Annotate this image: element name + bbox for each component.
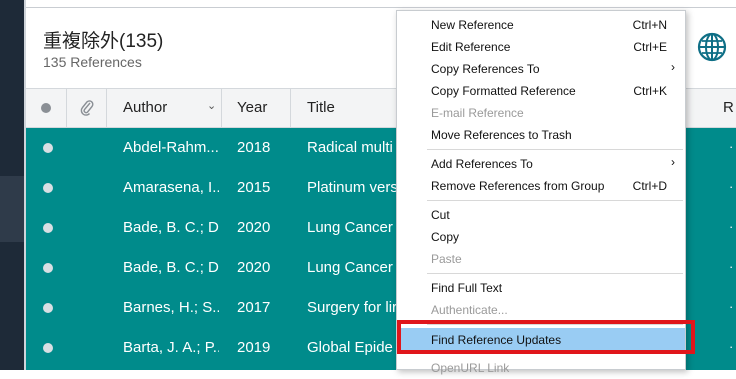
year-cell: 2019 xyxy=(237,339,271,356)
menu-item-label: Copy xyxy=(431,230,460,244)
submenu-arrow-icon: › xyxy=(671,155,675,169)
year-cell: 2018 xyxy=(237,139,271,156)
left-panel-edge xyxy=(0,0,24,370)
submenu-arrow-icon: › xyxy=(671,60,675,74)
column-header-extra[interactable]: R xyxy=(723,89,734,127)
globe-icon[interactable] xyxy=(697,32,727,62)
menu-item-move-to-trash[interactable]: Move References to Trash xyxy=(397,124,685,146)
menu-item-new-reference[interactable]: New Reference Ctrl+N xyxy=(397,14,685,36)
column-divider[interactable] xyxy=(106,89,107,127)
author-cell: Barnes, H.; S... xyxy=(123,299,219,316)
menu-item-label: OpenURL Link xyxy=(431,361,510,375)
menu-shortcut: Ctrl+E xyxy=(633,40,667,54)
menu-item-label: E-mail Reference xyxy=(431,106,524,120)
unread-dot-icon xyxy=(43,343,53,353)
unread-dot-icon xyxy=(43,303,53,313)
menu-item-remove-from-group[interactable]: Remove References from Group Ctrl+D xyxy=(397,175,685,197)
annotation-highlight-box xyxy=(397,320,695,354)
sort-chevron-icon[interactable]: ⌄ xyxy=(207,99,216,112)
column-header-author[interactable]: Author xyxy=(123,89,167,127)
title-cell: Platinum vers xyxy=(307,179,397,196)
column-divider[interactable] xyxy=(66,89,67,127)
menu-separator xyxy=(427,273,683,274)
column-header-year[interactable]: Year xyxy=(237,89,267,127)
overflow-cell: · xyxy=(729,219,734,234)
overflow-cell: · xyxy=(729,299,734,314)
menu-item-copy-formatted-reference[interactable]: Copy Formatted Reference Ctrl+K xyxy=(397,80,685,102)
menu-item-authenticate: Authenticate... xyxy=(397,299,685,321)
author-cell: Bade, B. C.; D... xyxy=(123,259,219,276)
menu-item-label: Move References to Trash xyxy=(431,128,572,142)
author-cell: Barta, J. A.; P... xyxy=(123,339,219,356)
unread-dot-icon xyxy=(43,143,53,153)
menu-item-add-references-to[interactable]: Add References To › xyxy=(397,153,685,175)
group-title: 重複除外(135) xyxy=(43,31,164,52)
menu-item-copy[interactable]: Copy xyxy=(397,226,685,248)
year-cell: 2020 xyxy=(237,219,271,236)
overflow-cell: · xyxy=(729,339,734,354)
title-cell: Lung Cancer 2 xyxy=(307,259,397,276)
menu-item-paste: Paste xyxy=(397,248,685,270)
menu-item-edit-reference[interactable]: Edit Reference Ctrl+E xyxy=(397,36,685,58)
title-cell: Surgery for lir xyxy=(307,299,397,316)
title-cell: Radical multi xyxy=(307,139,393,156)
unread-dot-icon xyxy=(43,223,53,233)
menu-item-label: Copy References To xyxy=(431,62,540,76)
menu-item-cut[interactable]: Cut xyxy=(397,204,685,226)
year-cell: 2017 xyxy=(237,299,271,316)
column-divider[interactable] xyxy=(221,89,222,127)
author-cell: Amarasena, I... xyxy=(123,179,219,196)
read-status-column-icon[interactable] xyxy=(41,103,51,113)
menu-item-label: Authenticate... xyxy=(431,303,508,317)
menu-item-copy-references-to[interactable]: Copy References To › xyxy=(397,58,685,80)
menu-item-label: Edit Reference xyxy=(431,40,511,54)
menu-shortcut: Ctrl+K xyxy=(633,84,667,98)
menu-item-find-full-text[interactable]: Find Full Text xyxy=(397,277,685,299)
attachment-column-icon[interactable] xyxy=(80,99,94,117)
reference-count: 135 References xyxy=(43,54,142,70)
menu-item-label: Add References To xyxy=(431,157,533,171)
overflow-cell: · xyxy=(729,139,734,154)
author-cell: Abdel-Rahm... xyxy=(123,139,219,156)
left-panel-highlight xyxy=(0,176,24,242)
menu-separator xyxy=(427,200,683,201)
overflow-cell: · xyxy=(729,259,734,274)
menu-item-email-reference: E-mail Reference xyxy=(397,102,685,124)
title-cell: Lung Cancer 2 xyxy=(307,219,397,236)
column-divider[interactable] xyxy=(290,89,291,127)
year-cell: 2020 xyxy=(237,259,271,276)
menu-shortcut: Ctrl+N xyxy=(632,18,667,32)
overflow-cell: · xyxy=(729,179,734,194)
menu-item-openurl-link: OpenURL Link xyxy=(397,357,685,379)
column-header-title[interactable]: Title xyxy=(307,89,335,127)
unread-dot-icon xyxy=(43,183,53,193)
menu-separator xyxy=(427,149,683,150)
author-cell: Bade, B. C.; D... xyxy=(123,219,219,236)
top-border xyxy=(26,7,736,8)
unread-dot-icon xyxy=(43,263,53,273)
menu-item-label: Remove References from Group xyxy=(431,179,605,193)
menu-shortcut: Ctrl+D xyxy=(632,179,667,193)
context-menu: New Reference Ctrl+N Edit Reference Ctrl… xyxy=(396,10,686,375)
title-cell: Global Epide xyxy=(307,339,393,356)
menu-item-label: Copy Formatted Reference xyxy=(431,84,576,98)
year-cell: 2015 xyxy=(237,179,271,196)
menu-item-label: Paste xyxy=(431,252,462,266)
menu-item-label: New Reference xyxy=(431,18,514,32)
menu-item-label: Find Full Text xyxy=(431,281,503,295)
menu-item-label: Cut xyxy=(431,208,450,222)
